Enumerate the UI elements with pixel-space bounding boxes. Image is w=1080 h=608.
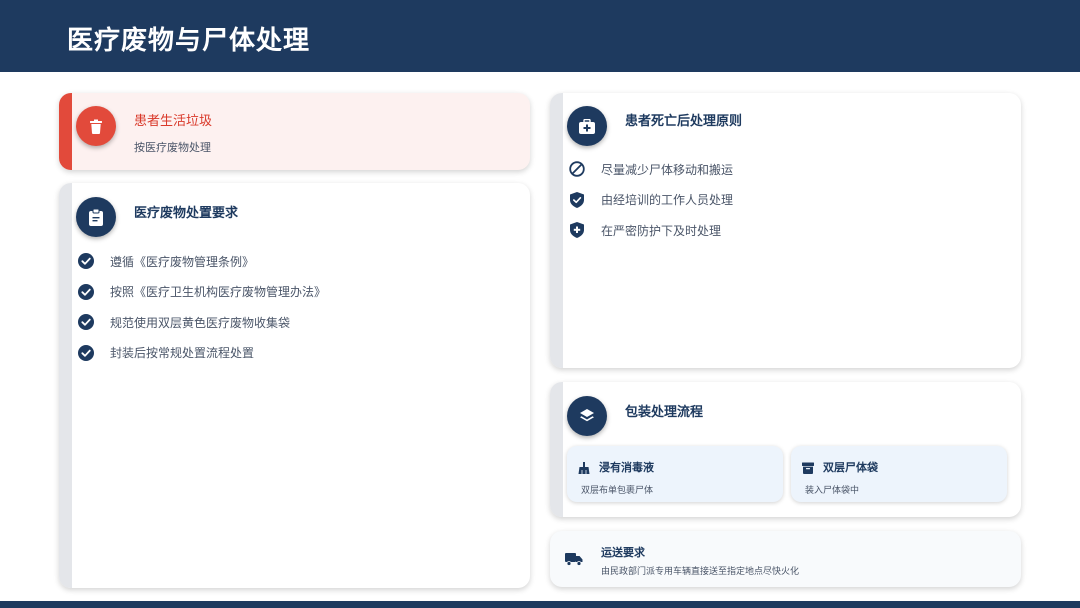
patient-trash-title: 患者生活垃圾	[134, 114, 213, 129]
patient-trash-subtitle: 按医疗废物处理	[134, 141, 211, 154]
transport-subtitle: 由民政部门派专用车辆直接送至指定地点尽快火化	[601, 567, 800, 577]
requirement-text: 遵循《医疗废物管理条例》	[110, 254, 255, 269]
check-circle-icon	[78, 253, 94, 270]
principle-text: 在严密防护下及时处理	[601, 223, 722, 238]
packaging-step-disinfect: 浸有消毒液 双层布单包裹尸体	[567, 446, 783, 502]
list-item: 按照《医疗卫生机构医疗废物管理办法》	[78, 277, 326, 308]
patient-trash-card: 患者生活垃圾 按医疗废物处理	[59, 93, 530, 170]
packaging-step-body-bag: 双层尸体袋 装入尸体袋中	[791, 446, 1007, 502]
archive-box-icon	[802, 459, 814, 474]
requirement-text: 规范使用双层黄色医疗废物收集袋	[110, 315, 291, 330]
ban-icon	[569, 161, 585, 177]
list-item: 由经培训的工作人员处理	[569, 185, 733, 216]
card-accent-bar	[550, 382, 563, 517]
list-item: 规范使用双层黄色医疗废物收集袋	[78, 307, 326, 338]
trash-icon	[76, 106, 116, 146]
packaging-title: 包装处理流程	[625, 405, 704, 420]
clipboard-icon	[76, 197, 116, 237]
footer-bar	[0, 601, 1080, 608]
requirement-text: 按照《医疗卫生机构医疗废物管理办法》	[110, 285, 327, 300]
truck-icon	[565, 551, 583, 566]
requirement-text: 封装后按常规处置流程处置	[110, 346, 255, 361]
death-principles-card: 患者死亡后处理原则 尽量减少尸体移动和搬运 由经培训的工作人员处理 在严密防护下…	[550, 93, 1021, 368]
card-accent-bar	[59, 93, 72, 170]
waste-requirements-card: 医疗废物处置要求 遵循《医疗废物管理条例》 按照《医疗卫生机构医疗废物管理办法》…	[59, 183, 530, 588]
shield-plus-icon	[569, 222, 585, 239]
check-circle-icon	[78, 283, 94, 300]
page-title: 医疗废物与尸体处理	[67, 26, 311, 56]
transport-title: 运送要求	[601, 546, 645, 559]
list-item: 尽量减少尸体移动和搬运	[569, 154, 733, 185]
principle-text: 由经培训的工作人员处理	[601, 193, 734, 208]
layers-icon	[567, 396, 607, 436]
card-accent-bar	[59, 183, 72, 588]
list-item: 封装后按常规处置流程处置	[78, 338, 326, 369]
check-circle-icon	[78, 344, 94, 361]
principle-text: 尽量减少尸体移动和搬运	[601, 162, 734, 177]
waste-requirements-title: 医疗废物处置要求	[134, 206, 239, 221]
card-accent-bar	[550, 93, 563, 368]
step-title: 浸有消毒液	[599, 461, 654, 474]
step-subtitle: 装入尸体袋中	[805, 486, 860, 496]
step-subtitle: 双层布单包裹尸体	[581, 486, 654, 496]
list-item: 遵循《医疗废物管理条例》	[78, 246, 326, 277]
check-circle-icon	[78, 314, 94, 331]
header-bar: 医疗废物与尸体处理	[0, 0, 1080, 72]
list-item: 在严密防护下及时处理	[569, 215, 733, 246]
death-principles-list: 尽量减少尸体移动和搬运 由经培训的工作人员处理 在严密防护下及时处理	[569, 154, 733, 246]
waste-requirements-list: 遵循《医疗废物管理条例》 按照《医疗卫生机构医疗废物管理办法》 规范使用双层黄色…	[78, 246, 326, 368]
medical-kit-icon	[567, 106, 607, 146]
transport-card: 运送要求 由民政部门派专用车辆直接送至指定地点尽快火化	[550, 531, 1021, 587]
step-title: 双层尸体袋	[823, 461, 878, 474]
death-principles-title: 患者死亡后处理原则	[625, 114, 743, 129]
broom-icon	[578, 459, 590, 474]
shield-check-icon	[569, 191, 585, 208]
